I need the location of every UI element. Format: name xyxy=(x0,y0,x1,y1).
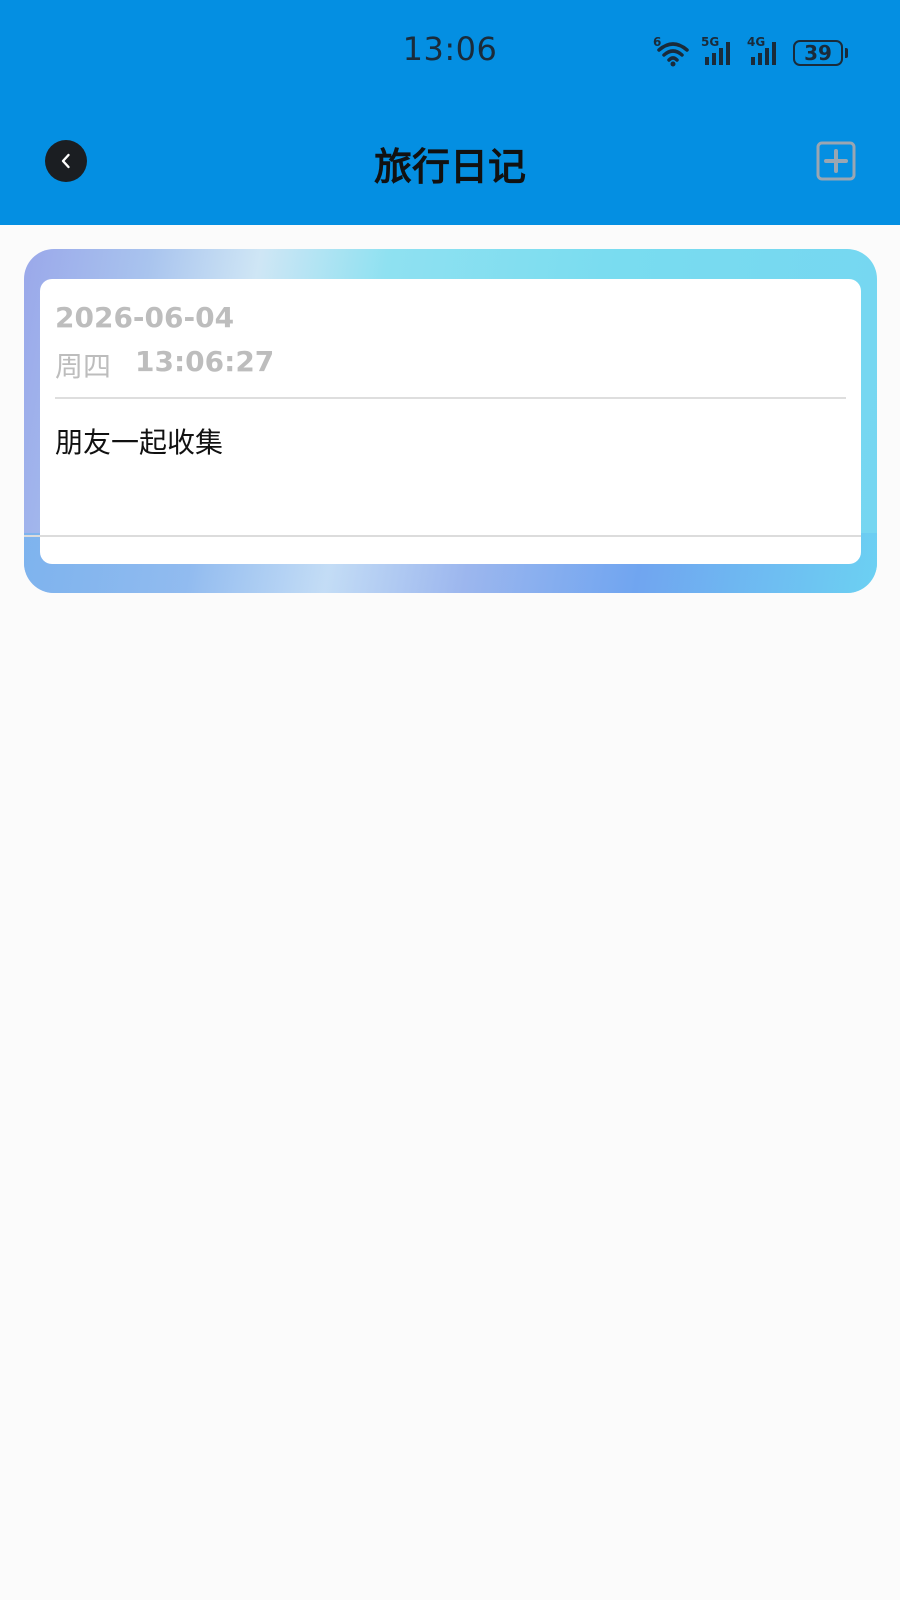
signal-5g-icon: 5G xyxy=(701,35,737,67)
entry-divider xyxy=(55,397,846,399)
diary-entry-card[interactable]: 2026-06-04 周四 13:06:27 朋友一起收集 xyxy=(24,249,877,593)
entry-date: 2026-06-04 xyxy=(55,301,235,334)
page-title: 旅行日记 xyxy=(373,145,526,189)
status-icons: 6 5G 4G 39 xyxy=(653,35,848,68)
battery-tip xyxy=(845,48,848,58)
wifi-icon: 6 xyxy=(653,35,691,67)
entry-weekday: 周四 xyxy=(55,350,112,383)
entry-content: 朋友一起收集 xyxy=(55,426,224,459)
entry-time: 13:06:27 xyxy=(135,345,275,378)
signal-4g-label: 4G xyxy=(747,35,766,49)
add-entry-button[interactable] xyxy=(816,141,856,181)
signal-4g-icon: 4G xyxy=(747,35,783,67)
wifi-badge: 6 xyxy=(653,35,662,49)
battery-level: 39 xyxy=(793,40,843,66)
signal-5g-label: 5G xyxy=(701,35,720,49)
app-header: 13:06 6 5G 4G 39 旅行日记 xyxy=(0,0,900,225)
diary-entry-body: 2026-06-04 周四 13:06:27 朋友一起收集 xyxy=(40,279,861,564)
card-bottom-divider xyxy=(24,535,861,537)
plus-square-icon xyxy=(816,141,856,181)
battery-icon: 39 xyxy=(793,40,848,66)
